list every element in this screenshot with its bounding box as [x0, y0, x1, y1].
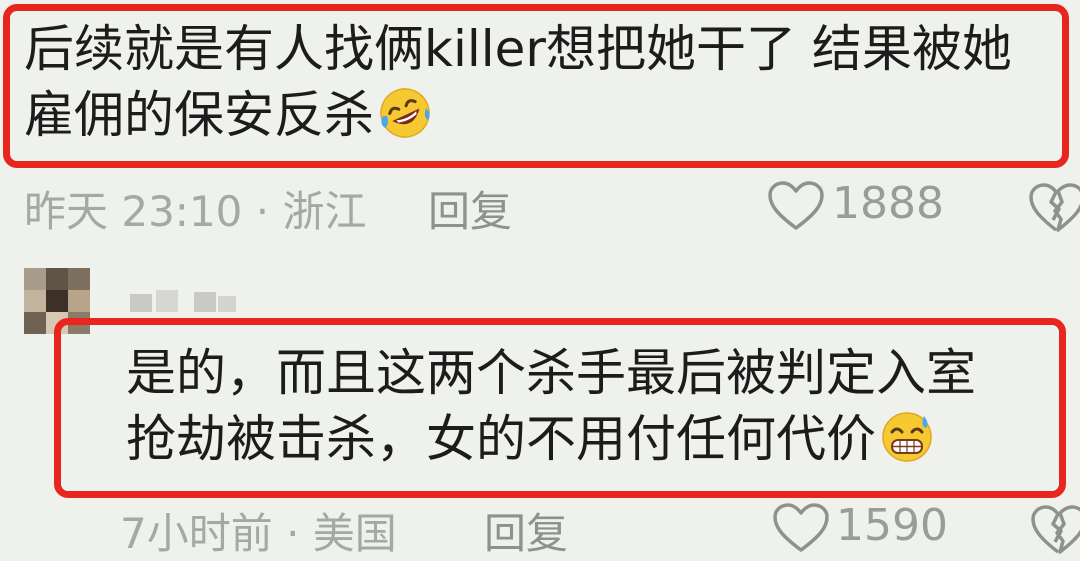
- broken-heart-icon[interactable]: [1028, 182, 1080, 234]
- comment-2-like-count: 1590: [836, 500, 948, 551]
- comment-1-line-2: 雇佣的保安反杀: [24, 82, 1012, 148]
- comment-1-text: 后续就是有人找俩killer想把她干了 结果被她 雇佣的保安反杀: [24, 16, 1012, 148]
- comment-1-like-count: 1888: [832, 178, 944, 229]
- comment-2-text: 是的，而且这两个杀手最后被判定入室 抢劫被击杀，女的不用付任何代价: [126, 340, 976, 472]
- comment-1-line-2-text: 雇佣的保安反杀: [24, 86, 374, 144]
- grinning-sweat-emoji-icon: [882, 412, 932, 462]
- comment-2-line-1: 是的，而且这两个杀手最后被判定入室: [126, 344, 976, 402]
- comment-2-line-2-text: 抢劫被击杀，女的不用付任何代价: [126, 410, 876, 468]
- comment-1-reply-button[interactable]: 回复: [428, 178, 512, 239]
- broken-heart-icon[interactable]: [1030, 504, 1080, 556]
- comment-2-meta: 7小时前 · 美国: [120, 509, 397, 558]
- comment-2-reply-button[interactable]: 回复: [484, 500, 568, 561]
- comment-1-meta: 昨天 23:10 · 浙江: [24, 187, 367, 236]
- comment-1-line-1: 后续就是有人找俩killer想把她干了 结果被她: [24, 20, 1012, 78]
- rolling-on-floor-laughing-emoji-icon: [380, 88, 430, 138]
- username-blurred[interactable]: [130, 290, 238, 314]
- heart-outline-icon[interactable]: [767, 180, 825, 232]
- comment-2-line-2: 抢劫被击杀，女的不用付任何代价: [126, 406, 976, 472]
- heart-outline-icon[interactable]: [772, 502, 830, 554]
